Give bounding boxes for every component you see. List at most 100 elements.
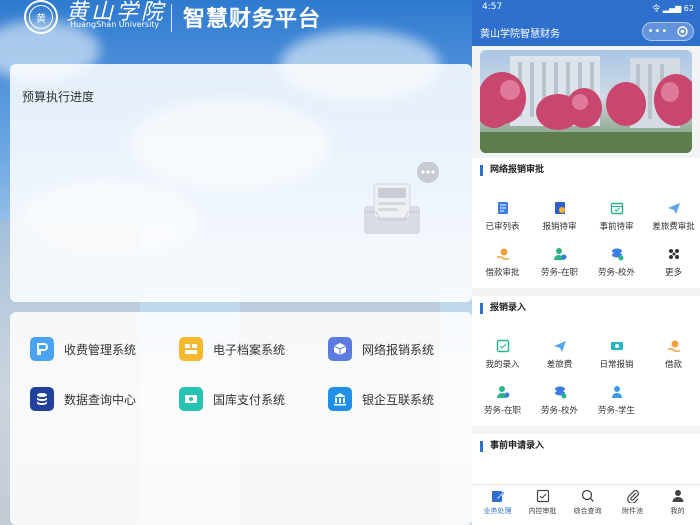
more-grid-icon <box>666 246 682 262</box>
university-seal-icon: 黄 <box>24 0 58 34</box>
tab-label: 我的 <box>670 507 685 515</box>
tab-label: 业务处理 <box>483 507 512 515</box>
empty-inbox-icon <box>364 162 439 234</box>
close-target-icon[interactable] <box>677 22 689 41</box>
hand-coin-icon <box>495 246 511 262</box>
status-signal: 令 ▂▄▆ 62 <box>652 4 694 13</box>
grid-label: 劳务-学生 <box>597 406 636 416</box>
tab-query[interactable]: 综合查询 <box>565 489 610 516</box>
grid-label: 劳务-在职 <box>483 406 522 416</box>
grid-item-travel-approval[interactable]: 差旅费审批 <box>645 200 700 232</box>
mobile-app-view: 4:57 令 ▂▄▆ 62 黄山学院智慧财务 ••• 网络报销审批 已审列表 报… <box>472 0 700 525</box>
grid-label: 已审列表 <box>485 222 520 232</box>
status-bar: 4:57 令 ▂▄▆ 62 <box>472 0 700 16</box>
section-title: 事前申请录入 <box>480 441 544 452</box>
entry-icon <box>495 338 511 354</box>
site-header: 黄 黄山学院 HuangShan University 智慧财务平台 <box>0 0 472 40</box>
cube-icon <box>328 337 352 361</box>
hand-coin-icon <box>666 338 682 354</box>
grid-item-my-entries[interactable]: 我的录入 <box>474 338 531 370</box>
grid-label: 劳务-校外 <box>540 406 579 416</box>
section-reimburse-entry: 报销录入 我的录入 差旅费 日常报销 借款 劳务-在职 劳务-校外 劳务-学生 <box>472 296 700 426</box>
more-dots-icon[interactable]: ••• <box>648 26 669 37</box>
grid-item-pre-pending[interactable]: 事前待审 <box>588 200 645 232</box>
grid-item-daily[interactable]: 日常报销 <box>588 338 645 370</box>
search-icon <box>581 489 595 503</box>
grid-item-labor-external[interactable]: 劳务-校外 <box>588 246 645 278</box>
app-title: 黄山学院智慧财务 <box>480 29 560 40</box>
coins-icon <box>609 246 625 262</box>
paperclip-icon <box>626 489 640 503</box>
system-link-treasury[interactable]: 国库支付系统 <box>179 387 285 411</box>
grid-item-labor-staff[interactable]: 劳务-在职 <box>531 246 588 278</box>
calendar-icon <box>609 200 625 216</box>
header-divider <box>171 4 172 32</box>
grid-label: 报销待审 <box>542 222 577 232</box>
system-label: 数据查询中心 <box>64 392 137 407</box>
section-approval: 网络报销审批 已审列表 报销待审 事前待审 差旅费审批 借款审批 劳务-在职 劳… <box>472 158 700 288</box>
system-link-data[interactable]: 数据查询中心 <box>30 387 136 411</box>
grid-item-travel[interactable]: 差旅费 <box>531 338 588 370</box>
tab-label: 内控审批 <box>528 507 557 515</box>
card-icon <box>609 338 625 354</box>
grid-label: 差旅费审批 <box>652 222 695 232</box>
logo-english: HuangShan University <box>70 20 160 29</box>
campus-banner <box>480 50 692 153</box>
grid-label: 事前待审 <box>599 222 634 232</box>
grid-item-labor-staff[interactable]: 劳务-在职 <box>474 384 531 416</box>
system-link-archive[interactable]: 电子档案系统 <box>179 337 285 361</box>
grid-label: 更多 <box>664 268 682 278</box>
system-label: 银企互联系统 <box>362 392 435 407</box>
grid-label: 我的录入 <box>485 360 520 370</box>
bottom-tabbar: 业务处理 内控审批 综合查询 附件池 我的 <box>472 484 700 525</box>
platform-title: 智慧财务平台 <box>183 7 322 32</box>
status-time: 4:57 <box>482 2 503 12</box>
bank-icon <box>328 387 352 411</box>
user-icon <box>671 489 685 503</box>
grid-item-loan[interactable]: 借款 <box>645 338 700 370</box>
tab-label: 综合查询 <box>573 507 602 515</box>
edit-icon <box>491 489 505 503</box>
menu-capsule[interactable]: ••• <box>642 22 694 41</box>
system-label: 收费管理系统 <box>64 342 137 357</box>
database-icon <box>30 387 54 411</box>
section-title: 网络报销审批 <box>480 165 544 176</box>
coins-icon <box>552 384 568 400</box>
grid-item-labor-student[interactable]: 劳务-学生 <box>588 384 645 416</box>
system-label: 电子档案系统 <box>213 342 286 357</box>
tab-attachments[interactable]: 附件池 <box>610 489 655 516</box>
grid-label: 借款 <box>664 360 682 370</box>
app-navbar: 黄山学院智慧财务 ••• <box>472 16 700 46</box>
tab-label: 附件池 <box>622 507 643 515</box>
student-icon <box>609 384 625 400</box>
system-label: 国库支付系统 <box>213 392 286 407</box>
system-link-bank[interactable]: 银企互联系统 <box>328 387 434 411</box>
grid-item-loan-approval[interactable]: 借款审批 <box>474 246 531 278</box>
airplane-icon <box>666 200 682 216</box>
doc-pending-icon <box>552 200 568 216</box>
list-icon <box>495 200 511 216</box>
grid-item-reimburse-pending[interactable]: 报销待审 <box>531 200 588 232</box>
approve-icon <box>536 489 550 503</box>
archive-icon <box>179 337 203 361</box>
seal-text: 黄 <box>29 5 53 29</box>
grid-item-labor-external[interactable]: 劳务-校外 <box>531 384 588 416</box>
grid-label: 劳务-校外 <box>597 268 636 278</box>
systems-panel: 收费管理系统 电子档案系统 网络报销系统 数据查询中心 国库支付系统 银企互联系… <box>10 312 472 525</box>
budget-panel: 预算执行进度 <box>10 64 472 302</box>
tab-approval[interactable]: 内控审批 <box>520 489 565 516</box>
grid-item-approved-list[interactable]: 已审列表 <box>474 200 531 232</box>
user-add-icon <box>552 246 568 262</box>
system-link-reimburse[interactable]: 网络报销系统 <box>328 337 434 361</box>
section-title: 报销录入 <box>480 303 526 314</box>
grid-item-more[interactable]: 更多 <box>645 246 700 278</box>
airplane-icon <box>552 338 568 354</box>
system-link-fee[interactable]: 收费管理系统 <box>30 337 136 361</box>
grid-label: 劳务-在职 <box>540 268 579 278</box>
money-icon <box>179 387 203 411</box>
budget-title: 预算执行进度 <box>22 90 95 104</box>
grid-label: 差旅费 <box>546 360 573 370</box>
tab-business[interactable]: 业务处理 <box>475 489 520 516</box>
tab-me[interactable]: 我的 <box>655 489 700 516</box>
payment-icon <box>30 337 54 361</box>
